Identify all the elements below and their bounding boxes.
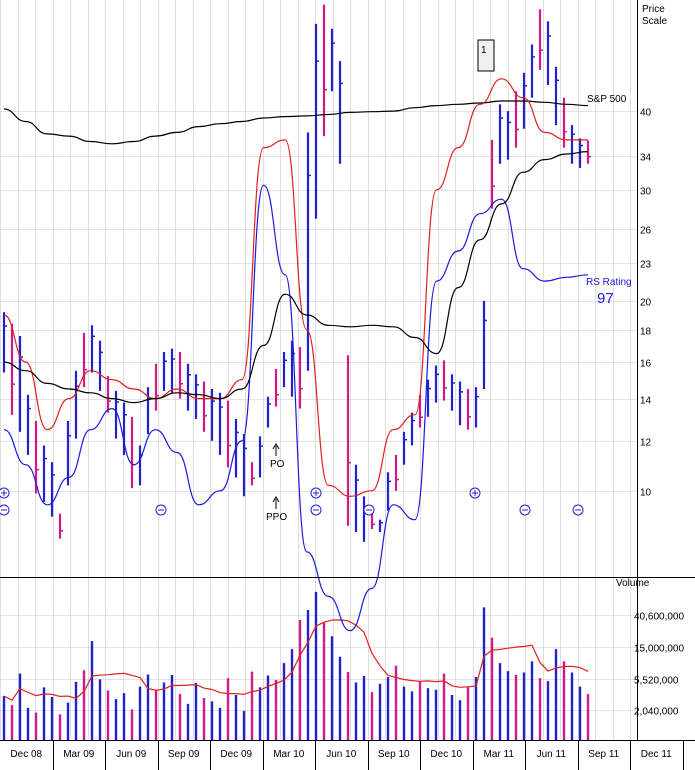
volume-tick-label: 2,040,000 — [634, 707, 679, 718]
chart-svg: Dec 08 Mar 09 Jun 09 Sep 09 Dec 09 Mar 10 Jun … — [0, 0, 695, 770]
x-tick-label: Dec 08 — [10, 749, 42, 760]
x-tick-label: Dec 10 — [430, 749, 462, 760]
price-tick-label: 20 — [640, 298, 652, 309]
price-tick-label: 23 — [640, 260, 652, 271]
x-tick-label: Sep 10 — [378, 749, 410, 760]
annotation-box-number: 1 — [481, 45, 487, 56]
volume-tick-label: 5,520,000 — [634, 676, 679, 687]
x-tick-label: Dec 11 — [641, 749, 672, 760]
rs-label: RS Rating — [586, 277, 632, 288]
x-tick-label: Jun 11 — [537, 749, 567, 760]
ppo-label: PPO — [266, 512, 287, 523]
price-tick-label: 18 — [640, 327, 652, 338]
volume-bars — [2, 591, 590, 740]
price-tick-label: 12 — [640, 438, 652, 449]
price-tick-label: 34 — [640, 153, 652, 164]
price-tick-label: 14 — [640, 396, 652, 407]
x-tick-label: Sep 11 — [588, 749, 619, 760]
price-scale-label-2: Scale — [642, 16, 667, 27]
x-tick-label: Jun 10 — [326, 749, 356, 760]
rs-value: 97 — [597, 290, 614, 307]
volume-tick-label: 15,000,000 — [634, 644, 684, 655]
price-tick-label: 30 — [640, 187, 652, 198]
price-scale-label-1: Price — [642, 4, 665, 15]
x-tick-label: Mar 09 — [63, 749, 95, 760]
x-tick-label: Jun 09 — [116, 749, 146, 760]
volume-tick-label: 40,600,000 — [634, 612, 684, 623]
price-tick-label: 10 — [640, 488, 652, 499]
sp500-label: S&P 500 — [587, 94, 627, 105]
stock-chart: Dec 08 Mar 09 Jun 09 Sep 09 Dec 09 Mar 10 Jun … — [0, 0, 695, 770]
volume-label: Volume — [616, 578, 650, 589]
x-tick-label: Sep 09 — [168, 749, 200, 760]
x-tick-label: Mar 11 — [484, 749, 515, 760]
price-tick-label: 40 — [640, 108, 652, 119]
price-tick-label: 16 — [640, 359, 652, 370]
x-tick-label: Mar 10 — [273, 749, 305, 760]
price-tick-label: 26 — [640, 226, 652, 237]
x-tick-label: Dec 09 — [220, 749, 252, 760]
po-label: PO — [270, 459, 285, 470]
